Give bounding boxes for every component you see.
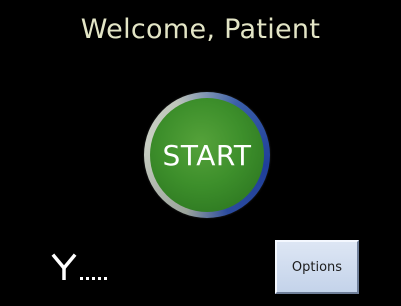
antenna-signal-icon	[51, 253, 107, 280]
start-button[interactable]: START	[150, 98, 264, 212]
options-button[interactable]: Options	[275, 240, 359, 294]
welcome-screen: Welcome, Patient START Options	[0, 0, 401, 306]
welcome-title: Welcome, Patient	[80, 14, 321, 45]
